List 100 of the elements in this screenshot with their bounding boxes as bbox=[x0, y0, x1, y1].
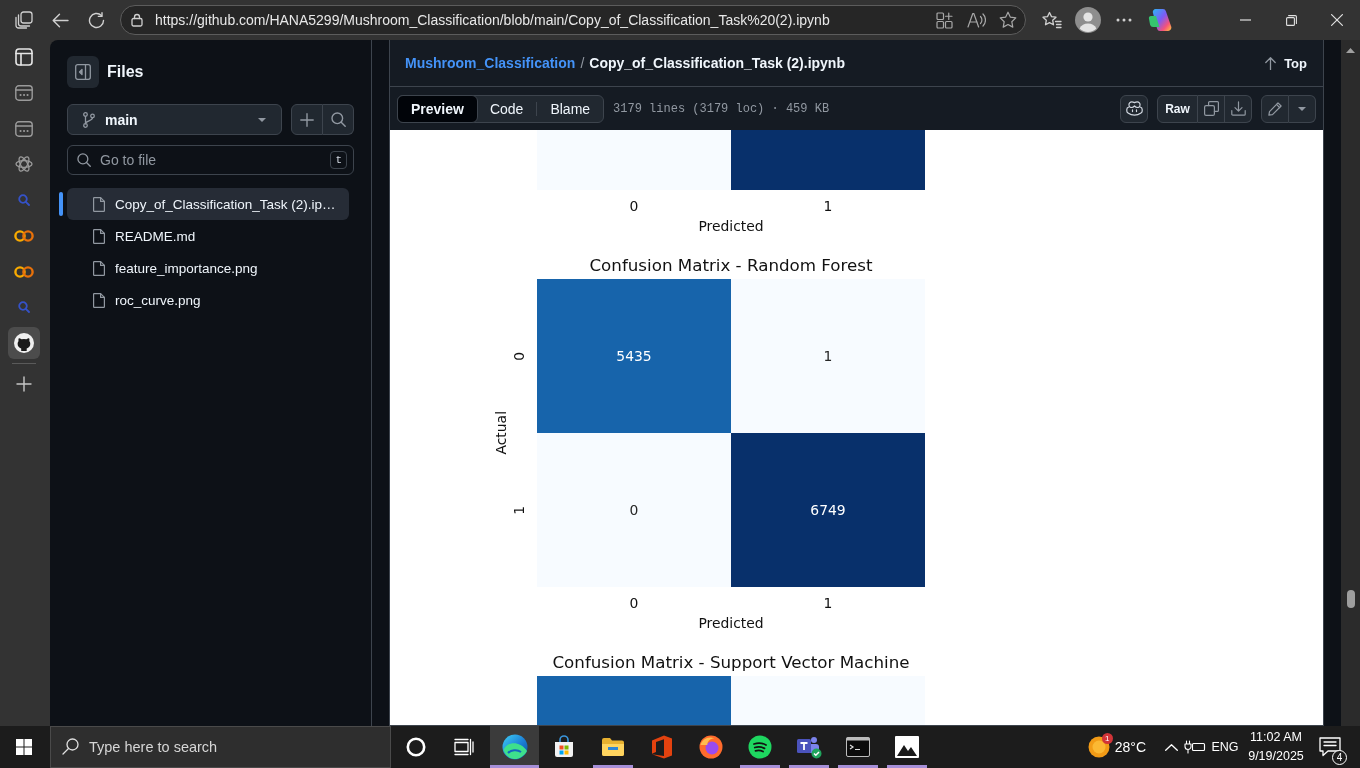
view-tab[interactable]: Blame bbox=[536, 94, 605, 123]
team-check-icon bbox=[795, 735, 822, 759]
bracket-logo-icon bbox=[650, 735, 673, 759]
axis-label: Actual bbox=[493, 411, 509, 455]
windows-logo-icon[interactable] bbox=[16, 739, 32, 755]
edit-button[interactable] bbox=[1261, 94, 1289, 123]
minimize-icon[interactable] bbox=[1239, 19, 1251, 21]
caret-down-icon bbox=[1298, 106, 1306, 111]
heatmap-cell: 0 bbox=[537, 433, 731, 587]
profile-avatar-icon[interactable] bbox=[1075, 7, 1101, 33]
taskbar-app-button[interactable] bbox=[490, 726, 539, 768]
search-icon bbox=[62, 738, 79, 755]
axis-label: Predicted bbox=[698, 217, 764, 235]
app-window-icon bbox=[15, 120, 33, 137]
folder-icon bbox=[600, 737, 625, 757]
repo-link[interactable]: Mushroom_Classification bbox=[405, 55, 576, 71]
file-icon bbox=[93, 292, 105, 308]
heatmap-cell: 6749 bbox=[731, 433, 925, 587]
task-view-icon[interactable] bbox=[454, 738, 474, 756]
raw-button[interactable]: Raw bbox=[1157, 94, 1198, 123]
assistant-button[interactable] bbox=[1120, 94, 1148, 123]
add-file-button[interactable] bbox=[291, 104, 323, 135]
file-item[interactable]: README.md bbox=[67, 220, 349, 252]
selection-marker-icon bbox=[59, 192, 63, 216]
image-icon bbox=[894, 736, 919, 758]
lock-icon bbox=[131, 13, 143, 27]
magnifier-icon bbox=[18, 301, 30, 314]
sun-icon[interactable] bbox=[1087, 736, 1110, 758]
app-window-icon bbox=[15, 84, 33, 101]
axis-tick-label: 1 bbox=[823, 198, 833, 214]
star-icon[interactable] bbox=[999, 11, 1017, 29]
file-item[interactable]: feature_importance.png bbox=[67, 252, 349, 284]
refresh-icon[interactable] bbox=[87, 11, 105, 29]
heatmap-cell: 5435 bbox=[537, 279, 731, 433]
battery-plug-icon[interactable] bbox=[1184, 740, 1206, 754]
taskbar-search-field[interactable]: Type here to search bbox=[50, 726, 391, 768]
alert-badge: 1 bbox=[1101, 733, 1113, 744]
file-item[interactable]: Copy_of_Classification_Task (2).ip… bbox=[67, 188, 349, 220]
favorites-icon[interactable] bbox=[1042, 11, 1062, 29]
pencil-icon bbox=[1268, 101, 1282, 116]
branch-icon bbox=[83, 111, 95, 128]
branch-selector[interactable]: main bbox=[67, 104, 282, 135]
tabs-icon[interactable] bbox=[15, 11, 33, 29]
close-icon[interactable] bbox=[1331, 14, 1343, 26]
cat-logo-icon bbox=[14, 333, 34, 353]
rings-icon bbox=[14, 229, 34, 242]
ring-icon[interactable] bbox=[406, 737, 426, 757]
clock[interactable]: 11:02 AM 9/19/2025 bbox=[1242, 726, 1310, 768]
more-options-button[interactable] bbox=[1289, 94, 1316, 123]
address-bar[interactable]: https://github.com/HANA5299/Mushroom_Classification/blob/main/Copy_of_Classification_Task%20(2).ipynb bbox=[120, 5, 1026, 35]
ribbon-logo-icon[interactable] bbox=[1148, 9, 1172, 31]
file-name: Copy_of_Classification_Task (2).ipynb bbox=[589, 55, 845, 71]
file-item[interactable]: roc_curve.png bbox=[67, 284, 349, 316]
breadcrumb-separator: / bbox=[580, 55, 585, 71]
terminal-icon bbox=[845, 737, 870, 757]
copy-button[interactable] bbox=[1198, 94, 1225, 123]
atom-icon bbox=[15, 155, 33, 174]
rings-icon bbox=[14, 265, 34, 278]
globe-logo-icon bbox=[698, 735, 723, 759]
collapse-panel-button[interactable] bbox=[67, 56, 99, 88]
robot-face-icon bbox=[1125, 101, 1143, 116]
apps-plus-icon[interactable] bbox=[935, 11, 953, 29]
sidebar-button[interactable] bbox=[8, 327, 40, 359]
scroll-up-arrow-icon[interactable] bbox=[1346, 48, 1355, 53]
panel-collapse-icon bbox=[75, 64, 91, 80]
restore-icon[interactable] bbox=[1285, 14, 1297, 26]
plus-icon bbox=[300, 112, 314, 127]
top-link[interactable]: Top bbox=[1265, 55, 1307, 71]
signal-arcs-icon bbox=[747, 735, 772, 759]
files-title: Files bbox=[107, 63, 144, 81]
copy-icon bbox=[1203, 101, 1219, 116]
scrollbar-thumb[interactable] bbox=[1346, 590, 1355, 608]
plus-icon bbox=[16, 375, 32, 392]
file-icon bbox=[93, 228, 105, 244]
chart-title: Confusion Matrix - Random Forest bbox=[589, 255, 873, 275]
axis-tick-label: 0 bbox=[629, 595, 639, 611]
search-button[interactable] bbox=[323, 104, 354, 135]
axis-tick-label: 1 bbox=[823, 595, 833, 611]
file-icon bbox=[93, 260, 105, 276]
arrow-up-icon bbox=[1265, 56, 1277, 70]
view-tab[interactable]: Code bbox=[475, 94, 538, 123]
wave-logo-icon bbox=[501, 734, 528, 760]
axis-label: Predicted bbox=[698, 614, 764, 632]
notification-count-badge: 4 bbox=[1332, 750, 1347, 765]
caret-down-icon bbox=[258, 117, 266, 122]
heatmap-cell: 1 bbox=[731, 279, 925, 433]
temperature-text[interactable]: 28°C bbox=[1114, 739, 1146, 755]
file-icon bbox=[93, 196, 105, 212]
view-tab[interactable]: Preview bbox=[397, 94, 478, 123]
read-aloud-icon[interactable] bbox=[966, 12, 986, 28]
download-button[interactable] bbox=[1225, 94, 1252, 123]
chevron-up-icon[interactable] bbox=[1164, 743, 1178, 751]
search-icon bbox=[77, 153, 91, 167]
more-icon[interactable] bbox=[1116, 18, 1132, 22]
panel-icon bbox=[15, 48, 33, 66]
language-indicator[interactable]: ENG bbox=[1208, 726, 1242, 768]
download-icon bbox=[1230, 101, 1246, 116]
axis-tick-label: 0 bbox=[511, 351, 527, 361]
back-arrow-icon[interactable] bbox=[51, 12, 69, 28]
file-info: 3179 lines (3179 loc) · 459 KB bbox=[613, 101, 830, 116]
